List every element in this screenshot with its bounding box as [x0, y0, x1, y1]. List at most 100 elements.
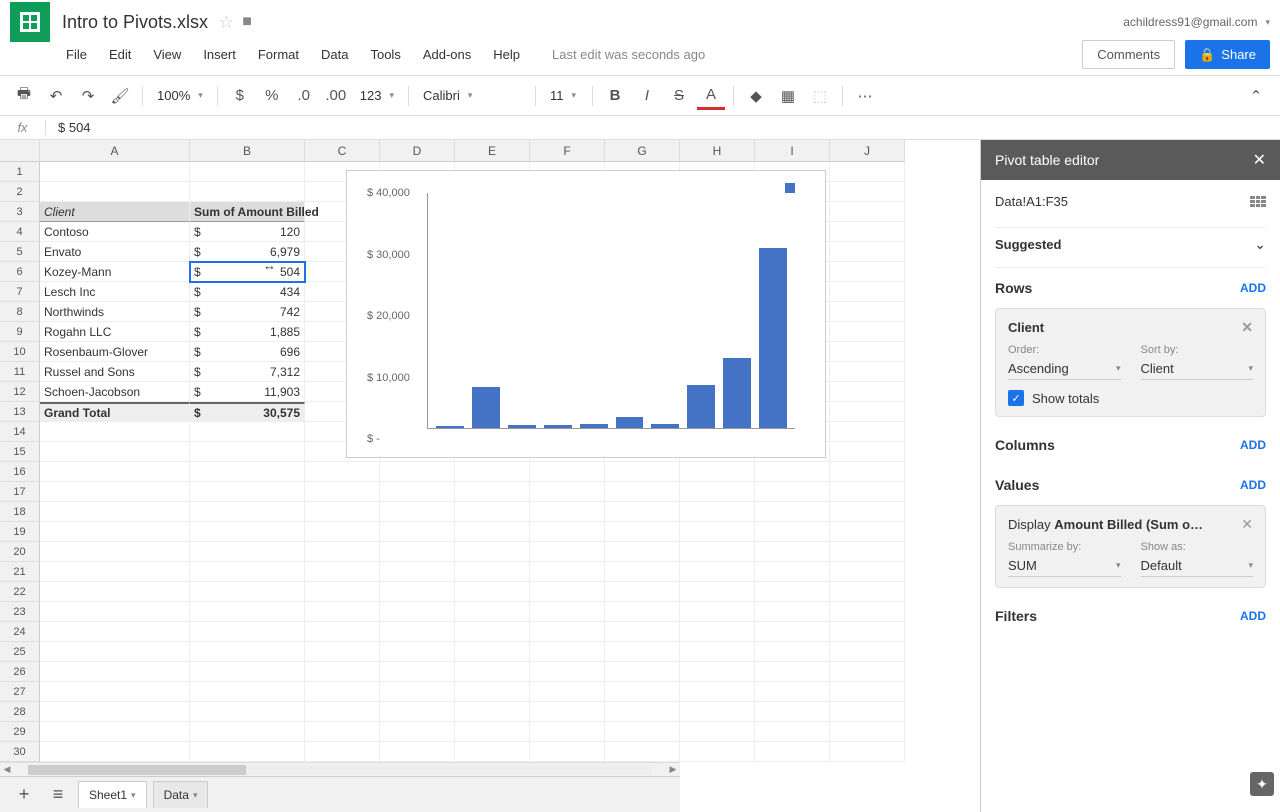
cell[interactable]	[605, 502, 680, 522]
col-head-F[interactable]: F	[530, 140, 605, 162]
cell[interactable]	[755, 682, 830, 702]
scroll-right-icon[interactable]: ▶	[666, 764, 680, 775]
cell[interactable]	[455, 722, 530, 742]
doc-title[interactable]: Intro to Pivots.xlsx	[62, 12, 208, 33]
cell[interactable]	[40, 542, 190, 562]
redo-icon[interactable]: ↷	[74, 82, 102, 110]
borders-icon[interactable]: ▦	[774, 82, 802, 110]
cell[interactable]	[380, 502, 455, 522]
cell[interactable]	[605, 462, 680, 482]
cell[interactable]	[40, 182, 190, 202]
cell-B4[interactable]: $120	[190, 222, 305, 242]
row-head-15[interactable]: 15	[0, 442, 40, 462]
col-head-J[interactable]: J	[830, 140, 905, 162]
cell[interactable]	[830, 362, 905, 382]
cell[interactable]	[380, 702, 455, 722]
cell[interactable]	[755, 582, 830, 602]
folder-icon[interactable]: ■	[242, 13, 252, 31]
cell[interactable]	[680, 542, 755, 562]
cell[interactable]	[190, 542, 305, 562]
cell[interactable]	[190, 462, 305, 482]
cell[interactable]	[455, 542, 530, 562]
cell[interactable]	[830, 582, 905, 602]
cell[interactable]	[305, 622, 380, 642]
cell-B6[interactable]: $504	[190, 262, 305, 282]
cell[interactable]	[190, 602, 305, 622]
cell[interactable]	[455, 602, 530, 622]
cell[interactable]	[530, 482, 605, 502]
row-head-25[interactable]: 25	[0, 642, 40, 662]
cell[interactable]	[455, 502, 530, 522]
cell[interactable]	[190, 742, 305, 762]
cell[interactable]	[190, 682, 305, 702]
cell-A6[interactable]: Kozey-Mann	[40, 262, 190, 282]
add-values-button[interactable]: ADD	[1240, 478, 1266, 492]
paint-format-icon[interactable]: 🖌	[106, 82, 134, 110]
collapse-toolbar-icon[interactable]: ⌃	[1242, 82, 1270, 110]
cell-B8[interactable]: $742	[190, 302, 305, 322]
cell[interactable]	[305, 662, 380, 682]
cell[interactable]	[190, 162, 305, 182]
strike-icon[interactable]: S	[665, 82, 693, 110]
remove-value-chip-icon[interactable]: ✕	[1241, 516, 1253, 533]
cell[interactable]	[830, 562, 905, 582]
all-sheets-button[interactable]: ≡	[44, 781, 72, 809]
cell[interactable]	[680, 522, 755, 542]
cell[interactable]	[40, 582, 190, 602]
cell-B10[interactable]: $696	[190, 342, 305, 362]
cell[interactable]	[380, 662, 455, 682]
cell[interactable]	[830, 442, 905, 462]
cell[interactable]	[755, 562, 830, 582]
cell[interactable]	[605, 602, 680, 622]
cell[interactable]	[680, 642, 755, 662]
cell[interactable]	[830, 522, 905, 542]
cell[interactable]	[455, 482, 530, 502]
close-icon[interactable]: ✕	[1253, 150, 1266, 170]
chevron-down-icon[interactable]: ⌄	[1254, 236, 1266, 253]
cell[interactable]	[830, 322, 905, 342]
cell[interactable]	[530, 502, 605, 522]
cell[interactable]	[605, 702, 680, 722]
cell[interactable]	[40, 702, 190, 722]
explore-button[interactable]: ✦	[1250, 772, 1274, 796]
cell[interactable]	[190, 502, 305, 522]
cell[interactable]	[830, 642, 905, 662]
tab-sheet1[interactable]: Sheet1▾	[78, 781, 147, 808]
pivot-range-text[interactable]: Data!A1:F35	[995, 194, 1068, 209]
cell[interactable]	[40, 162, 190, 182]
cell[interactable]	[680, 482, 755, 502]
cell-A11[interactable]: Russel and Sons	[40, 362, 190, 382]
cell[interactable]	[455, 702, 530, 722]
row-head-27[interactable]: 27	[0, 682, 40, 702]
cell[interactable]	[755, 742, 830, 762]
cell[interactable]	[190, 442, 305, 462]
cell[interactable]	[830, 422, 905, 442]
cell[interactable]	[455, 742, 530, 762]
cell[interactable]	[755, 522, 830, 542]
row-head-10[interactable]: 10	[0, 342, 40, 362]
star-icon[interactable]: ☆	[218, 12, 234, 33]
user-dropdown-icon[interactable]: ▾	[1265, 17, 1270, 28]
cell[interactable]	[830, 662, 905, 682]
cell[interactable]	[680, 462, 755, 482]
format-select[interactable]: 123	[354, 84, 400, 107]
cell[interactable]	[605, 662, 680, 682]
cell[interactable]	[530, 642, 605, 662]
cell[interactable]	[530, 682, 605, 702]
row-head-8[interactable]: 8	[0, 302, 40, 322]
app-logo[interactable]	[10, 2, 50, 42]
cell[interactable]	[530, 622, 605, 642]
cell[interactable]	[305, 722, 380, 742]
row-head-7[interactable]: 7	[0, 282, 40, 302]
add-filters-button[interactable]: ADD	[1240, 609, 1266, 623]
cell[interactable]	[755, 602, 830, 622]
cell[interactable]	[455, 622, 530, 642]
cell-A4[interactable]: Contoso	[40, 222, 190, 242]
cell-B13[interactable]: $30,575	[190, 402, 305, 422]
corner-cell[interactable]	[0, 140, 40, 162]
fill-color-icon[interactable]: ◆	[742, 82, 770, 110]
add-sheet-button[interactable]: +	[10, 781, 38, 809]
horizontal-scrollbar[interactable]: ◀ ▶	[0, 762, 680, 776]
cell[interactable]	[305, 562, 380, 582]
menu-help[interactable]: Help	[485, 43, 528, 66]
